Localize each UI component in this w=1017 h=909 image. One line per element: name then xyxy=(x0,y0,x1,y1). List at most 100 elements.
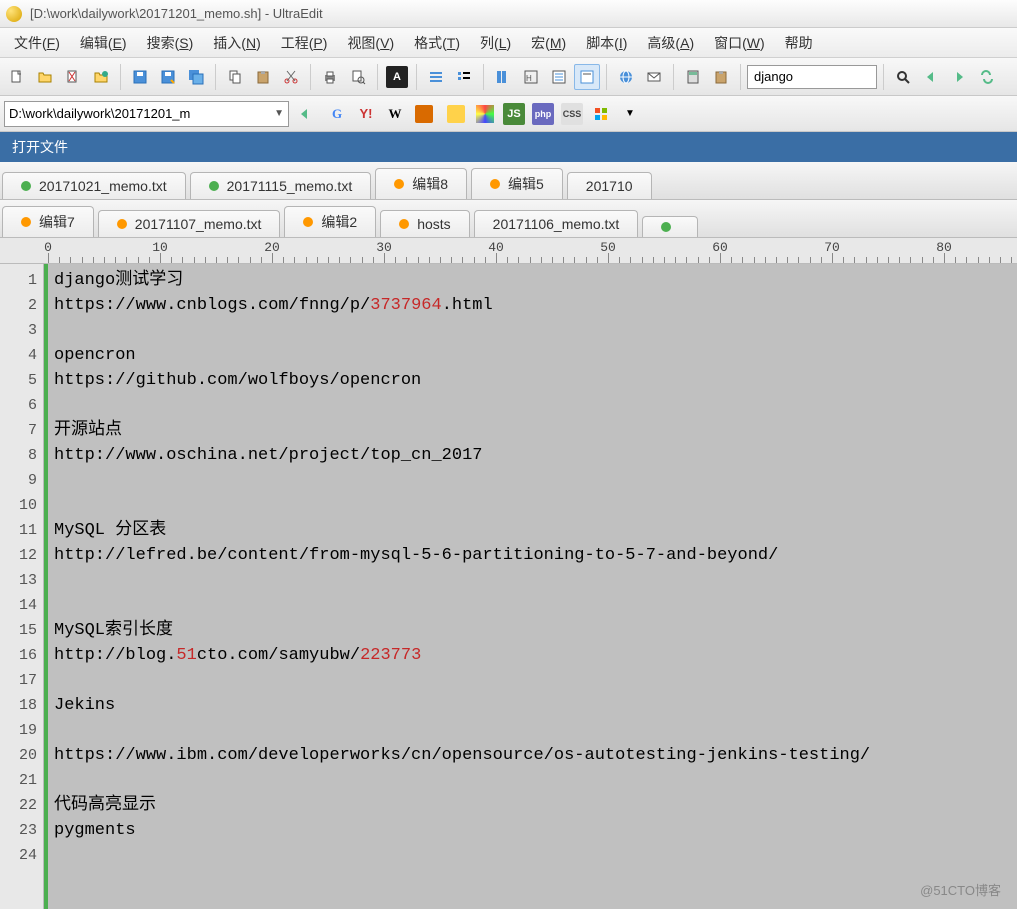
save-as-button[interactable] xyxy=(155,64,181,90)
cut-button[interactable] xyxy=(278,64,304,90)
wikipedia-button[interactable]: W xyxy=(382,101,408,127)
code-line[interactable] xyxy=(54,593,1011,618)
clipboard-button[interactable] xyxy=(708,64,734,90)
code-line[interactable]: 代码高亮显示 xyxy=(54,793,1011,818)
tab-label: 编辑5 xyxy=(508,174,544,194)
idm-button[interactable] xyxy=(411,101,437,127)
print-preview-button[interactable] xyxy=(345,64,371,90)
code-line[interactable]: pygments xyxy=(54,818,1011,843)
code-line[interactable]: https://www.ibm.com/developerworks/cn/op… xyxy=(54,743,1011,768)
menu-搜索[interactable]: 搜索(S) xyxy=(137,29,204,57)
code-line[interactable]: 开源站点 xyxy=(54,418,1011,443)
history-back-button[interactable] xyxy=(292,101,318,127)
print-button[interactable] xyxy=(317,64,343,90)
code-content[interactable]: django测试学习https://www.cnblogs.com/fnng/p… xyxy=(48,264,1017,909)
tab[interactable] xyxy=(642,216,698,237)
modified-dot-icon xyxy=(661,222,671,232)
new-file-button[interactable] xyxy=(4,64,30,90)
tab[interactable]: 编辑2 xyxy=(284,206,376,237)
file-path-text: D:\work\dailywork\20171201_m xyxy=(9,106,190,121)
menu-列[interactable]: 列(L) xyxy=(470,29,521,57)
tab[interactable]: 20171106_memo.txt xyxy=(474,210,639,237)
menu-帮助[interactable]: 帮助 xyxy=(775,29,823,57)
yahoo-search-button[interactable]: Y! xyxy=(353,101,379,127)
toolbar-search-input[interactable] xyxy=(747,65,877,89)
code-line[interactable] xyxy=(54,468,1011,493)
menu-宏[interactable]: 宏(M) xyxy=(521,29,576,57)
code-line[interactable] xyxy=(54,718,1011,743)
paste-button[interactable] xyxy=(250,64,276,90)
open-file-button[interactable] xyxy=(32,64,58,90)
menu-窗口[interactable]: 窗口(W) xyxy=(704,29,775,57)
line-number: 23 xyxy=(0,818,43,843)
menu-插入[interactable]: 插入(N) xyxy=(203,29,270,57)
code-line[interactable] xyxy=(54,568,1011,593)
code-line[interactable]: opencron xyxy=(54,343,1011,368)
tab-label: 编辑8 xyxy=(412,174,448,194)
code-line[interactable] xyxy=(54,668,1011,693)
replace-button[interactable] xyxy=(974,64,1000,90)
email-button[interactable] xyxy=(641,64,667,90)
menu-脚本[interactable]: 脚本(I) xyxy=(576,29,637,57)
view-tree-button[interactable] xyxy=(451,64,477,90)
tab-label: 编辑7 xyxy=(39,212,75,232)
code-line[interactable]: Jekins xyxy=(54,693,1011,718)
menu-视图[interactable]: 视图(V) xyxy=(337,29,404,57)
code-line[interactable] xyxy=(54,493,1011,518)
wordwrap-button[interactable] xyxy=(574,64,600,90)
web-button[interactable] xyxy=(613,64,639,90)
code-line[interactable]: django测试学习 xyxy=(54,268,1011,293)
menu-格式[interactable]: 格式(T) xyxy=(404,29,470,57)
menu-文件[interactable]: 文件(F) xyxy=(4,29,70,57)
hex-button[interactable]: H xyxy=(518,64,544,90)
find-next-button[interactable] xyxy=(946,64,972,90)
tab[interactable]: 201710 xyxy=(567,172,652,199)
code-line[interactable] xyxy=(54,393,1011,418)
windows-button[interactable] xyxy=(588,101,614,127)
tab[interactable]: 20171021_memo.txt xyxy=(2,172,186,199)
code-line[interactable] xyxy=(54,768,1011,793)
column-button[interactable] xyxy=(490,64,516,90)
code-line[interactable]: MySQL 分区表 xyxy=(54,518,1011,543)
line-number: 16 xyxy=(0,643,43,668)
more-tools-button[interactable]: ▼ xyxy=(617,101,643,127)
close-file-button[interactable] xyxy=(60,64,86,90)
copy-button[interactable] xyxy=(222,64,248,90)
code-line[interactable]: http://blog.51cto.com/samyubw/223773 xyxy=(54,643,1011,668)
file-path-dropdown[interactable]: D:\work\dailywork\20171201_m ▼ xyxy=(4,101,289,127)
spellcheck-button[interactable]: A xyxy=(384,64,410,90)
menu-高级[interactable]: 高级(A) xyxy=(637,29,704,57)
modified-dot-icon xyxy=(394,179,404,189)
menu-工程[interactable]: 工程(P) xyxy=(271,29,338,57)
secondary-toolbar: D:\work\dailywork\20171201_m ▼ G Y! W JS… xyxy=(0,96,1017,132)
save-all-button[interactable] xyxy=(183,64,209,90)
js-lang-button[interactable]: JS xyxy=(501,101,527,127)
save-button[interactable] xyxy=(127,64,153,90)
highlight-yellow-button[interactable] xyxy=(443,101,469,127)
tab[interactable]: 编辑8 xyxy=(375,168,467,199)
css-lang-button[interactable]: CSS xyxy=(559,101,585,127)
ftp-open-button[interactable] xyxy=(88,64,114,90)
tab[interactable]: 编辑7 xyxy=(2,206,94,237)
color-picker-button[interactable] xyxy=(472,101,498,127)
calc-button[interactable] xyxy=(680,64,706,90)
menu-编辑[interactable]: 编辑(E) xyxy=(70,29,137,57)
find-button[interactable] xyxy=(890,64,916,90)
code-line[interactable] xyxy=(54,318,1011,343)
code-line[interactable]: http://lefred.be/content/from-mysql-5-6-… xyxy=(54,543,1011,568)
tab[interactable]: 编辑5 xyxy=(471,168,563,199)
line-number: 4 xyxy=(0,343,43,368)
tab[interactable]: hosts xyxy=(380,210,469,237)
php-lang-button[interactable]: php xyxy=(530,101,556,127)
tab[interactable]: 20171107_memo.txt xyxy=(98,210,281,237)
code-line[interactable]: http://www.oschina.net/project/top_cn_20… xyxy=(54,443,1011,468)
code-line[interactable]: https://www.cnblogs.com/fnng/p/3737964.h… xyxy=(54,293,1011,318)
code-line[interactable]: MySQL索引长度 xyxy=(54,618,1011,643)
code-line[interactable] xyxy=(54,843,1011,868)
code-line[interactable]: https://github.com/wolfboys/opencron xyxy=(54,368,1011,393)
view-list-button[interactable] xyxy=(423,64,449,90)
find-prev-button[interactable] xyxy=(918,64,944,90)
google-search-button[interactable]: G xyxy=(324,101,350,127)
func-list-button[interactable] xyxy=(546,64,572,90)
tab[interactable]: 20171115_memo.txt xyxy=(190,172,372,199)
